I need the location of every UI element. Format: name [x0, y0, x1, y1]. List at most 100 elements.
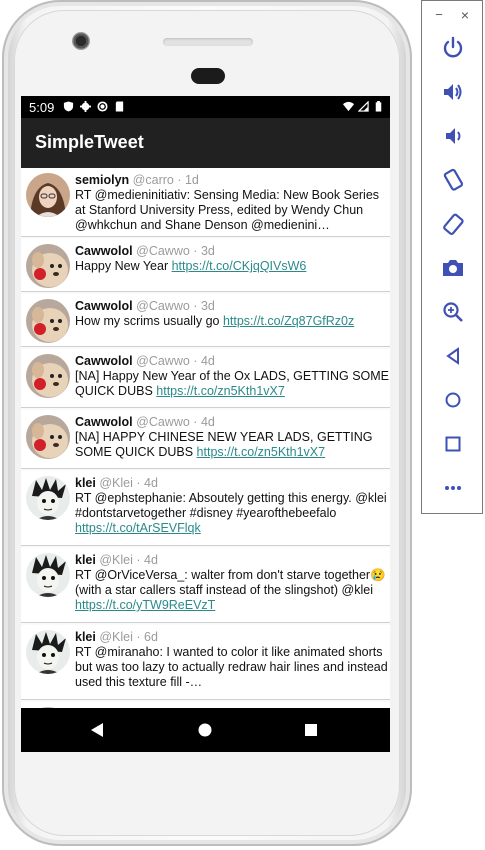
zoom-button[interactable] [440, 299, 466, 325]
tweet-text: [NA] Happy New Year of the Ox LADS, GETT… [75, 369, 390, 399]
user-handle: @Klei [99, 553, 133, 567]
tweet-link[interactable]: https://t.co/zn5Kth1vX7 [156, 384, 285, 398]
tweet-time: 4d [200, 415, 215, 429]
tweet-header: klei @Klei · 4d [75, 475, 390, 491]
tweet-item[interactable]: Cawwolol @Cawwo · 4d [NA] Happy New Year … [21, 349, 390, 408]
emulator-toolbar: − × [421, 0, 483, 514]
power-icon [443, 36, 463, 58]
tweet-item[interactable]: semiolyn @carro · 1d RT @medieninitiativ:… [21, 168, 390, 237]
tweet-time: 1d [184, 173, 199, 187]
tweet-link[interactable]: https://t.co/zn5Kth1vX7 [197, 445, 326, 459]
tweet-item[interactable]: Cawwolol @Cawwo · 3d How my scrims usuall… [21, 294, 390, 347]
tweet-text: RT @OrViceVersa_: walter from don't star… [75, 568, 390, 613]
avatar[interactable] [26, 553, 70, 597]
overview-icon [445, 436, 461, 452]
separator-dot: · [189, 299, 201, 313]
avatar[interactable] [26, 476, 70, 520]
nav-bar [21, 708, 390, 752]
avatar[interactable] [26, 299, 70, 343]
tweet-link[interactable]: https://t.co/tArSEVFlqk [75, 521, 201, 535]
user-name[interactable]: Cawwolol [75, 299, 133, 313]
battery-icon [375, 101, 382, 112]
tweet-text-content: RT @OrViceVersa_: walter from don't star… [75, 568, 386, 597]
avatar[interactable] [26, 244, 70, 288]
tweet-text-content: How my scrims usually go [75, 314, 223, 328]
tweet-text: How my scrims usually go https://t.co/Zq… [75, 314, 390, 329]
back-button[interactable] [440, 343, 466, 369]
tweet-item[interactable]: klei @Klei · 4d RT @OrViceVersa_: walter … [21, 548, 390, 623]
user-handle: @Cawwo [136, 299, 190, 313]
avatar[interactable] [26, 415, 70, 459]
rotate-left-button[interactable] [440, 167, 466, 193]
earpiece [191, 68, 225, 84]
tweet-header: klei @Klei · 6d [75, 629, 390, 645]
user-name[interactable]: Cawwolol [75, 244, 133, 258]
user-name[interactable]: klei [75, 553, 96, 567]
user-handle: @Klei [99, 476, 133, 490]
user-handle: @Cawwo [136, 244, 190, 258]
tweet-body: Cawwolol @Cawwo · 4d [NA] HAPPY CHINESE N… [75, 414, 390, 460]
tweet-link[interactable]: https://t.co/Zq87GfRz0z [223, 314, 354, 328]
separator-dot: · [132, 476, 144, 490]
tweet-header: Cawwolol @Cawwo · 3d [75, 243, 390, 259]
power-button[interactable] [440, 35, 466, 61]
home-button[interactable] [440, 387, 466, 413]
rotate-left-icon [443, 168, 464, 191]
tweet-body: semiolyn @carro · 1d RT @medieninitiativ:… [75, 172, 390, 233]
volume-up-icon [444, 84, 462, 100]
tweet-text-content: RT @medieninitiativ: Sensing Media: New … [75, 188, 380, 232]
close-button[interactable]: × [458, 7, 472, 23]
nav-overview-button[interactable] [281, 708, 341, 752]
signal-icon [358, 101, 369, 112]
separator-dot: · [132, 630, 144, 644]
avatar[interactable] [26, 173, 70, 217]
tweet-link[interactable]: https://t.co/CKjqQIVsW6 [172, 259, 307, 273]
user-name[interactable]: Cawwolol [75, 415, 133, 429]
tweet-text-content: RT @miranaho: I wanted to color it like … [75, 645, 388, 689]
tweet-text: Happy New Year https://t.co/CKjqQIVsW6 [75, 259, 390, 274]
tweet-header: Cawwolol @Cawwo · 3d [75, 298, 390, 314]
back-icon [446, 347, 459, 365]
minimize-button[interactable]: − [432, 7, 446, 23]
separator-dot: · [189, 354, 201, 368]
status-bar: 5:09 [21, 96, 390, 118]
avatar[interactable] [26, 354, 70, 398]
zoom-icon [443, 302, 463, 322]
overview-square-icon [305, 724, 317, 736]
more-button[interactable] [440, 475, 466, 501]
sd-card-icon [115, 101, 124, 112]
user-name[interactable]: Cawwolol [75, 354, 133, 368]
status-icons-left [63, 101, 125, 112]
user-handle: @Cawwo [136, 354, 190, 368]
user-name[interactable]: klei [75, 476, 96, 490]
user-name[interactable]: semiolyn [75, 173, 129, 187]
volume-up-button[interactable] [440, 79, 466, 105]
rotate-right-button[interactable] [440, 211, 466, 237]
camera-button[interactable] [440, 255, 466, 281]
home-icon [445, 392, 461, 408]
front-camera [72, 32, 90, 50]
tweet-text: [NA] HAPPY CHINESE NEW YEAR LADS, GETTIN… [75, 430, 390, 460]
tweet-text-content: RT @ephstephanie: Absoutely getting this… [75, 491, 387, 520]
separator-dot: · [132, 553, 144, 567]
speaker-grill [163, 38, 253, 46]
sync-icon [97, 101, 108, 112]
camera-icon [443, 260, 463, 276]
volume-down-button[interactable] [440, 123, 466, 149]
volume-down-icon [446, 128, 461, 144]
tweet-timeline[interactable]: semiolyn @carro · 1d RT @medieninitiativ:… [21, 168, 390, 708]
tweet-item[interactable]: Cawwolol @Cawwo · 4d [NA] HAPPY CHINESE N… [21, 410, 390, 469]
avatar[interactable] [26, 630, 70, 674]
more-icon [445, 486, 461, 490]
nav-back-button[interactable] [67, 708, 127, 752]
tweet-item[interactable]: klei @Klei · 6d RT @miranaho: I wanted to… [21, 625, 390, 700]
tweet-body: klei @Klei · 6d RT @miranaho: I wanted to… [75, 629, 390, 690]
overview-button[interactable] [440, 431, 466, 457]
nav-home-button[interactable] [175, 708, 235, 752]
tweet-time: 3d [200, 244, 215, 258]
user-name[interactable]: klei [75, 630, 96, 644]
tweet-link[interactable]: https://t.co/yTW9ReEVzT [75, 598, 215, 612]
status-time: 5:09 [29, 100, 55, 115]
tweet-item[interactable]: Cawwolol @Cawwo · 3d Happy New Year https… [21, 239, 390, 292]
tweet-item[interactable]: klei @Klei · 4d RT @ephstephanie: Absoute… [21, 471, 390, 546]
